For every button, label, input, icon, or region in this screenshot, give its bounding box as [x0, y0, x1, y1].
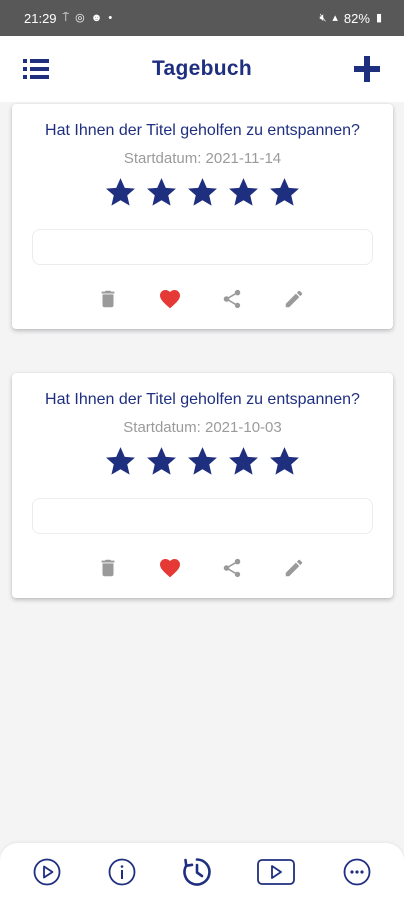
page-title: Tagebuch: [151, 57, 253, 80]
entry-question: Hat Ihnen der Titel geholfen zu entspann…: [45, 391, 360, 408]
star-icon[interactable]: [186, 445, 219, 478]
pencil-icon: [285, 559, 303, 577]
rating-stars[interactable]: [12, 176, 393, 209]
entry-start-date: Startdatum: 2021-10-03: [123, 419, 282, 436]
video-icon: [257, 859, 295, 885]
more-icon: [343, 858, 371, 886]
entry-actions: [12, 553, 393, 585]
diary-entry-card: Hat Ihnen der Titel geholfen zu entspann…: [12, 104, 393, 329]
menu-button[interactable]: [22, 57, 50, 81]
entry-note-input[interactable]: [32, 498, 373, 534]
edit-button[interactable]: [279, 553, 309, 583]
star-icon[interactable]: [104, 176, 137, 209]
info-icon: [108, 858, 136, 886]
wifi-calling-icon: ⍑: [62, 11, 70, 24]
heart-icon: [160, 559, 180, 578]
share-button[interactable]: [217, 553, 247, 583]
trash-icon: [101, 290, 115, 308]
nav-info[interactable]: [105, 855, 139, 889]
entry-question: Hat Ihnen der Titel geholfen zu entspann…: [45, 122, 360, 139]
star-icon[interactable]: [145, 445, 178, 478]
edit-button[interactable]: [279, 284, 309, 314]
star-icon[interactable]: [145, 176, 178, 209]
entry-start-date: Startdatum: 2021-11-14: [123, 150, 282, 167]
star-icon[interactable]: [227, 445, 260, 478]
nav-play[interactable]: [30, 855, 64, 889]
battery-level: 82%: [343, 10, 370, 26]
plus-icon: [354, 56, 380, 82]
status-bar-left: 21:29 ⍑ ◎ ☻ •: [24, 11, 112, 26]
nav-video[interactable]: [255, 855, 297, 889]
delete-button[interactable]: [93, 284, 123, 314]
pencil-icon: [285, 290, 303, 308]
app-notification-icon: ☻: [90, 11, 103, 24]
favorite-button[interactable]: [155, 553, 185, 583]
trash-icon: [101, 559, 115, 577]
entry-actions: [12, 284, 393, 316]
battery-icon: ▮: [375, 11, 382, 24]
star-icon[interactable]: [268, 176, 301, 209]
star-icon[interactable]: [227, 176, 260, 209]
favorite-button[interactable]: [155, 284, 185, 314]
share-button[interactable]: [217, 284, 247, 314]
list-icon: [23, 59, 49, 79]
add-entry-button[interactable]: [352, 54, 382, 84]
star-icon[interactable]: [268, 445, 301, 478]
star-icon[interactable]: [186, 176, 219, 209]
diary-entry-card: Hat Ihnen der Titel geholfen zu entspann…: [12, 373, 393, 598]
delete-button[interactable]: [93, 553, 123, 583]
star-icon[interactable]: [104, 445, 137, 478]
heart-icon: [160, 290, 180, 309]
share-icon: [223, 289, 241, 309]
status-time: 21:29: [24, 10, 57, 26]
play-circle-icon: [33, 858, 61, 886]
status-bar-right: 🔇︎ ▴ 82% ▮: [319, 11, 382, 26]
rating-stars[interactable]: [12, 445, 393, 478]
instagram-icon: ◎: [75, 11, 85, 24]
signal-icon: ▴: [332, 11, 338, 24]
share-icon: [223, 558, 241, 578]
mute-icon: 🔇︎: [319, 11, 327, 24]
dot-icon: •: [108, 11, 113, 24]
entry-note-input[interactable]: [32, 229, 373, 265]
nav-history[interactable]: [180, 855, 214, 889]
bottom-navigation: [0, 843, 404, 900]
app-bar: Tagebuch: [0, 36, 404, 102]
status-bar: 21:29 ⍑ ◎ ☻ • 🔇︎ ▴ 82% ▮: [0, 0, 404, 36]
history-icon: [183, 858, 211, 886]
nav-more[interactable]: [340, 855, 374, 889]
